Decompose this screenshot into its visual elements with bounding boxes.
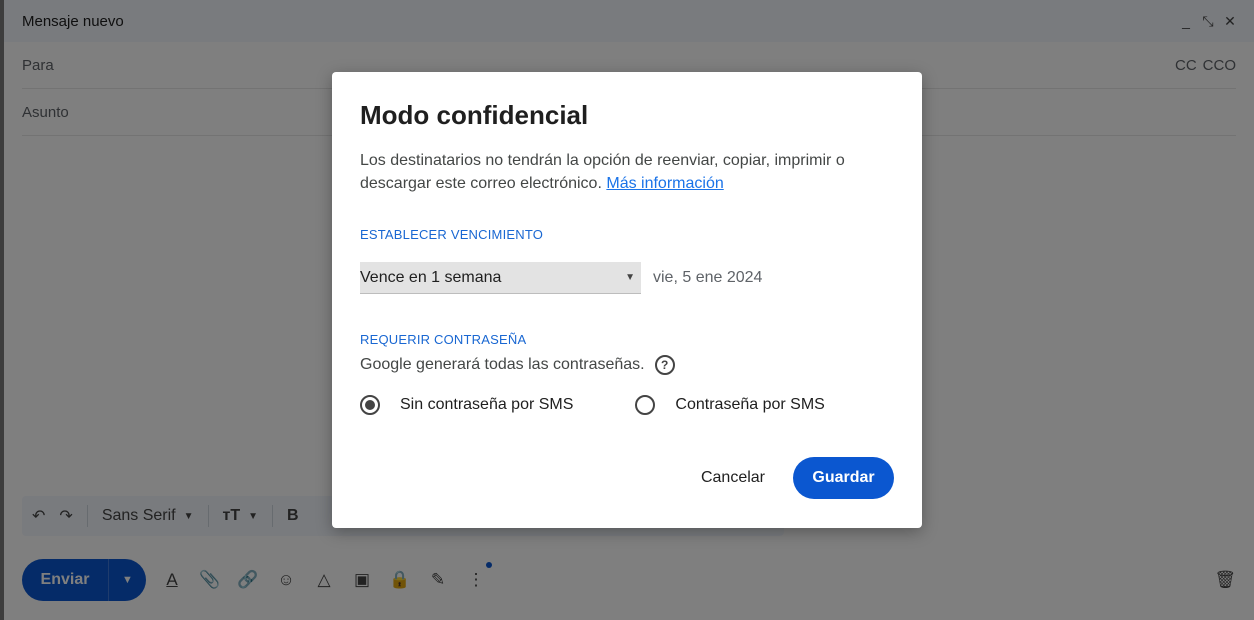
radio-sms-label: Contraseña por SMS — [675, 396, 825, 413]
confidential-mode-dialog: Modo confidencial Los destinatarios no t… — [332, 72, 922, 528]
password-section-label: REQUERIR CONTRASEÑA — [360, 332, 527, 347]
help-icon[interactable]: ? — [654, 355, 675, 375]
radio-no-sms[interactable] — [360, 395, 380, 415]
learn-more-link[interactable]: Más información — [606, 175, 723, 192]
save-button[interactable]: Guardar — [793, 457, 894, 499]
dialog-title: Modo confidencial — [360, 100, 589, 130]
expiry-selected-value: Vence en 1 semana — [360, 268, 502, 286]
radio-sms-option[interactable]: Contraseña por SMS — [635, 395, 825, 415]
password-note: Google generará todas las contraseñas. ? — [360, 355, 894, 375]
cancel-button[interactable]: Cancelar — [701, 469, 765, 487]
chevron-down-icon: ▼ — [625, 272, 635, 283]
expiry-select[interactable]: Vence en 1 semana ▼ — [360, 262, 641, 294]
dialog-description: Los destinatarios no tendrán la opción d… — [360, 149, 880, 195]
radio-no-sms-label: Sin contraseña por SMS — [400, 396, 574, 413]
password-radio-group: Sin contraseña por SMS Contraseña por SM… — [360, 395, 894, 415]
dialog-actions: Cancelar Guardar — [701, 457, 894, 499]
expiry-section-label: ESTABLECER VENCIMIENTO — [360, 227, 544, 242]
expiry-row: Vence en 1 semana ▼ vie, 5 ene 2024 — [360, 262, 894, 294]
password-note-text: Google generará todas las contraseñas. — [360, 356, 645, 373]
description-text: Los destinatarios no tendrán la opción d… — [360, 152, 845, 192]
radio-sms[interactable] — [635, 395, 656, 415]
radio-no-sms-option[interactable]: Sin contraseña por SMS — [360, 395, 573, 415]
expiry-date: vie, 5 ene 2024 — [653, 269, 763, 286]
